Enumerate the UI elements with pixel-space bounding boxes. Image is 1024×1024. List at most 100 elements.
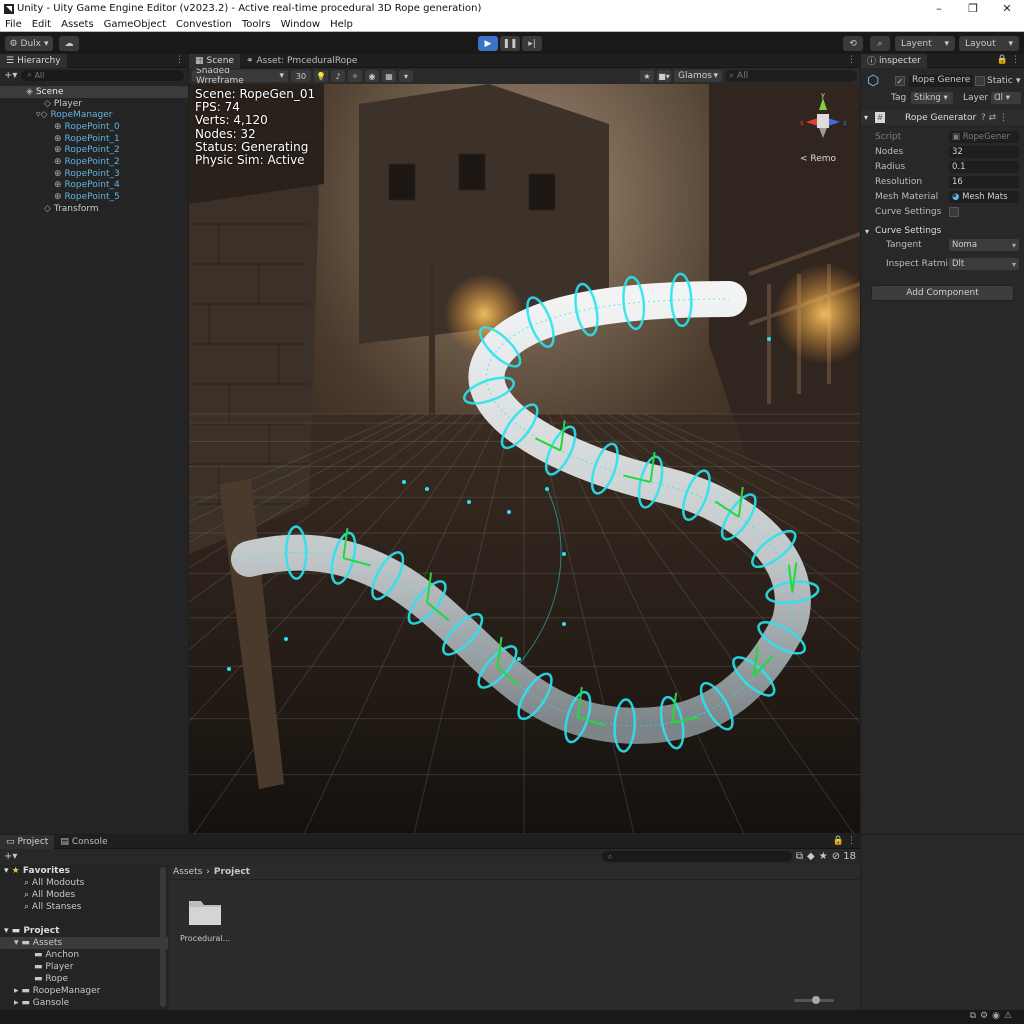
layer-dropdown[interactable]: Ɑl ▾ (991, 92, 1021, 104)
layout-dropdown[interactable]: Layout ▾ (959, 36, 1019, 51)
tangent-dropdown[interactable]: Noma (949, 239, 1019, 251)
component-header[interactable]: ▾ # Rope Generator ? ⇄ ⋮ (861, 110, 1024, 125)
minimize-button[interactable]: – (922, 2, 956, 15)
project-search-input[interactable]: ⌕ (601, 851, 792, 862)
step-button[interactable]: ▸| (522, 36, 542, 51)
breadcrumb-project[interactable]: Project (214, 867, 250, 877)
asset-folder[interactable]: ▸ ▬ RoopeManager (0, 985, 168, 997)
zoom-slider[interactable] (794, 996, 834, 1004)
audio-toggle[interactable]: ♪ (331, 70, 345, 82)
maximize-button[interactable]: ❐ (956, 2, 990, 15)
tree-item-ropepoint[interactable]: ⊕ RopePoint_4 (0, 180, 188, 192)
assets-folder[interactable]: ▾ ▬ Assets (0, 937, 168, 949)
favorites-header[interactable]: ▾ ★ Favorites (0, 865, 168, 877)
tab-console[interactable]: ▤ Console (54, 835, 113, 849)
zoom-slider-thumb[interactable] (812, 996, 820, 1004)
tree-item-ropepoint[interactable]: ⊕ RopePoint_5 (0, 191, 188, 203)
mesh-material-field[interactable]: ◕ Mesh Mats (949, 191, 1019, 203)
asset-folder[interactable]: ▸ ▬ Gansole (0, 997, 168, 1009)
object-name-field[interactable]: Rope Genere (909, 75, 973, 87)
cloud-button[interactable]: ☁ (59, 36, 79, 51)
asset-folder[interactable]: ▬ Anchon (0, 949, 168, 961)
hidden-objects-toggle[interactable]: ◉ (365, 70, 379, 82)
panel-menu-icon[interactable]: ⋮ (847, 55, 856, 65)
project-tree-scrollbar[interactable] (160, 867, 166, 1007)
grid-toggle[interactable]: ▦ (382, 70, 396, 82)
hierarchy-search-input[interactable]: ⌕ All (21, 69, 184, 81)
scene-viewport[interactable]: Scene: RopeGen_01 FPS: 74 Verts: 4,120 N… (189, 84, 860, 834)
play-button[interactable]: ▶ (478, 36, 498, 51)
effects-toggle[interactable]: ✧ (348, 70, 362, 82)
tree-item-ropepoint[interactable]: ⊕ RopePoint_3 (0, 168, 188, 180)
menu-gameobject[interactable]: GameObject (99, 19, 171, 30)
menu-tools[interactable]: Toolrs (237, 19, 276, 30)
tab-project[interactable]: ▭ Project (0, 834, 55, 849)
menu-file[interactable]: File (0, 19, 27, 30)
pause-button[interactable]: ❚❚ (500, 36, 520, 51)
curve-settings-checkbox[interactable] (949, 207, 959, 217)
gizmo-neg-y-axis[interactable] (819, 128, 827, 138)
scene-options-button[interactable]: ▾ (399, 70, 413, 82)
nodes-input[interactable]: 32 (949, 146, 1019, 158)
toggle-2d-button[interactable]: 30 (291, 70, 311, 82)
scene-search-input[interactable]: ⌕ All (725, 70, 857, 82)
breadcrumb-assets[interactable]: Assets (173, 867, 202, 877)
status-icons[interactable]: ⧉⚙◉⚠ (970, 1011, 1016, 1021)
gizmo-x-axis[interactable] (806, 118, 818, 126)
lighting-toggle[interactable]: 💡 (314, 70, 328, 82)
asset-folder[interactable]: ▬ Player (0, 961, 168, 973)
panel-menu-icon[interactable]: ⋮ (175, 55, 184, 65)
search-button[interactable]: ⌕ (870, 36, 890, 51)
tab-scene[interactable]: ▦ Scene (189, 53, 240, 68)
tree-item-ropepoint[interactable]: ⊕ RopePoint_2 (0, 156, 188, 168)
close-button[interactable]: ✕ (990, 2, 1024, 15)
favorite-item[interactable]: ⌕ All Stanses (0, 901, 168, 913)
layers-dropdown[interactable]: Layent ▾ (895, 36, 955, 51)
tree-item-ropepoint[interactable]: ⊕ RopePoint_0 (0, 121, 188, 133)
camera-button[interactable]: ■▾ (657, 70, 671, 82)
curve-settings-section[interactable]: ▾ Curve Settings (861, 224, 1024, 238)
tools-button[interactable]: ★ (640, 70, 654, 82)
inspect-dropdown[interactable]: Dlt (949, 258, 1019, 270)
shading-mode-dropdown[interactable]: Shaded Wrreframe ▾ (192, 66, 288, 86)
menu-assets[interactable]: Assets (56, 19, 99, 30)
tree-item-transform[interactable]: ◇ Transform (0, 203, 188, 215)
menu-window[interactable]: Window (276, 19, 325, 30)
active-checkbox[interactable]: ✓ (895, 76, 905, 86)
gizmo-y-axis[interactable] (819, 98, 827, 110)
favorite-item[interactable]: ⌕ All Modes (0, 889, 168, 901)
project-root[interactable]: ▾ ▬ Project (0, 925, 168, 937)
favorite-item[interactable]: ⌕ All Modouts (0, 877, 168, 889)
folder-tile[interactable]: Proceduraⅼ... (180, 897, 230, 943)
tab-asset[interactable]: ⚭ Asset: PmceduralRope (240, 54, 363, 68)
panel-menu-icon[interactable]: 🔒 ⋮ (833, 836, 856, 846)
tab-hierarchy[interactable]: ☰ Hierarchy (0, 53, 67, 68)
gizmos-dropdown[interactable]: Glamos ▾ (674, 70, 722, 82)
filter-label-icon[interactable]: ◆ (807, 851, 815, 862)
filter-type-icon[interactable]: ⧉ (796, 851, 803, 862)
static-checkbox[interactable] (975, 76, 985, 86)
menu-help[interactable]: Help (325, 19, 358, 30)
tag-dropdown[interactable]: Stikng ▾ (911, 92, 953, 104)
favorite-icon[interactable]: ★ (819, 851, 828, 862)
chevron-down-icon[interactable]: ▾ (1016, 76, 1021, 86)
add-component-button[interactable]: Add Component (871, 285, 1014, 301)
tree-item-scene[interactable]: ◈ Scene (0, 86, 188, 98)
resolution-input[interactable]: 16 (949, 176, 1019, 188)
menu-component[interactable]: Convestion (171, 19, 237, 30)
radius-input[interactable]: 0.1 (949, 161, 1019, 173)
asset-folder[interactable]: ▬ Rope (0, 973, 168, 985)
component-menu-icon[interactable]: ? ⇄ ⋮ (981, 113, 1008, 123)
tree-item-ropepoint[interactable]: ⊕ RopePoint_2 (0, 144, 188, 156)
menu-edit[interactable]: Edit (27, 19, 56, 30)
tree-item-player[interactable]: ◇ Player (0, 98, 188, 110)
tab-inspector[interactable]: ⓘ inspecter (861, 53, 927, 68)
gizmo-z-axis[interactable] (828, 118, 840, 126)
orientation-gizmo[interactable]: y s z (798, 90, 848, 150)
add-icon[interactable]: +▾ (4, 70, 17, 81)
add-icon[interactable]: +▾ (4, 851, 17, 862)
panel-menu-icon[interactable]: 🔒 ⋮ (997, 55, 1020, 65)
projection-toggle[interactable]: < Remo (800, 154, 836, 164)
history-button[interactable]: ⟲ (843, 36, 863, 51)
account-dropdown[interactable]: ⚙ Dulx ▾ (5, 36, 53, 51)
